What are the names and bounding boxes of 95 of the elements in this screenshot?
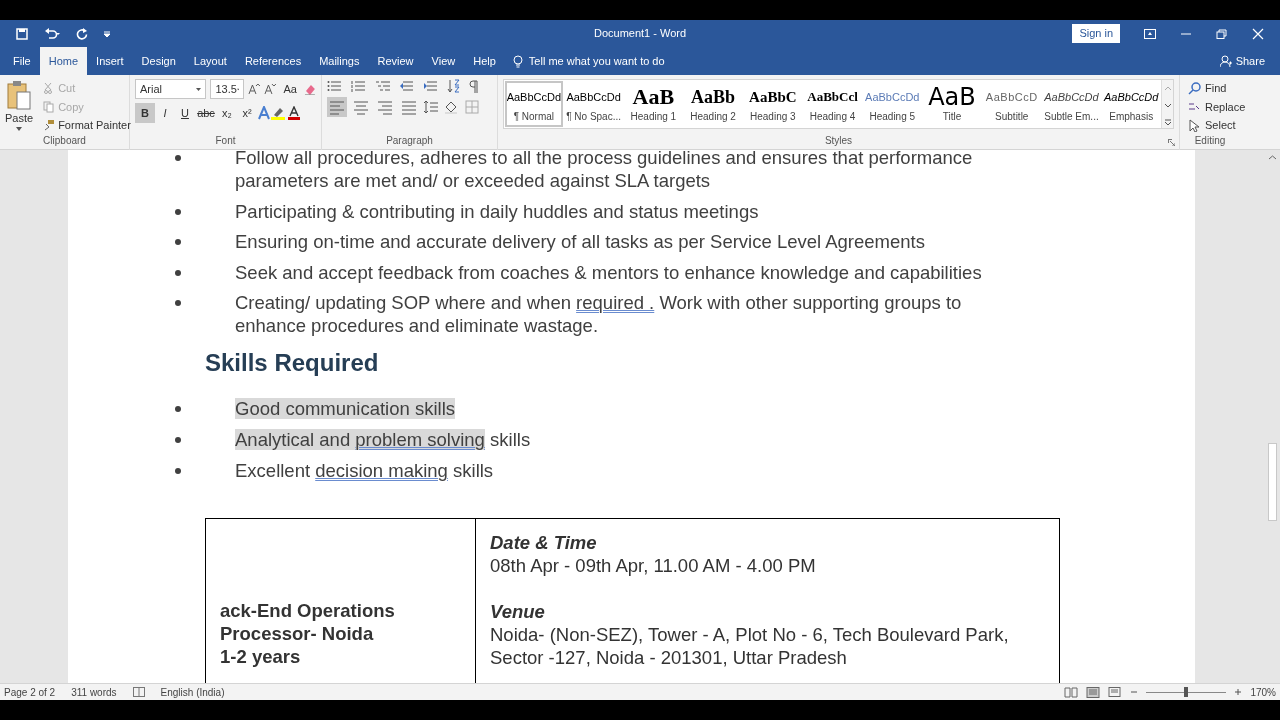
bullet-icon — [175, 208, 181, 215]
restore-icon[interactable] — [1216, 28, 1228, 39]
group-label: Paragraph — [385, 134, 434, 148]
table-cell-text: Noida- (Non-SEZ), Tower - A, Plot No - 6, Tech Boulevard Park, Sector -127, Noida - 201301, Uttar Pradesh — [490, 622, 1010, 669]
ribbon-tab[interactable]: Mailings — [310, 47, 369, 75]
customize-icon[interactable] — [104, 30, 110, 37]
dialog-launcher-icon[interactable] — [1168, 139, 1175, 146]
multilevel-list-icon[interactable] — [375, 80, 391, 92]
sign-in-button[interactable]: Sign in — [1072, 24, 1120, 43]
list-item: Ensuring on-time and accurate delivery of all tasks as per Service Level Agreements — [235, 230, 925, 254]
table-cell-text: ack-End Operations Processor- Noida 1-2 years — [220, 598, 396, 668]
list-item: Follow all procedures, adheres to all the process guidelines and ensures that performance parameters are met and/ or exceeded against SLA targets — [235, 150, 974, 192]
group-label: Styles — [823, 134, 854, 148]
ribbon-tab[interactable]: Home — [39, 47, 88, 75]
redo-icon[interactable] — [76, 27, 88, 40]
zoom-slider[interactable] — [1184, 686, 1189, 697]
ribbon-tab[interactable]: Insert — [87, 47, 133, 75]
editing-button[interactable]: Replace — [1185, 97, 1249, 116]
zoom-in-icon[interactable] — [1234, 688, 1243, 696]
paste-button[interactable]: Paste — [2, 79, 37, 150]
ribbon-tab[interactable]: File — [4, 47, 40, 75]
bullet-icon — [175, 155, 181, 161]
table-cell-heading: Date & Time — [490, 530, 598, 554]
list-item: Seek and accept feedback from coaches & mentors to enhance knowledge and capabilities — [235, 260, 982, 284]
grow-font-icon[interactable] — [248, 83, 261, 95]
scroll-thumb[interactable] — [1268, 443, 1277, 521]
ribbon-tab[interactable]: References — [235, 47, 311, 75]
page-count[interactable]: Page 2 of 2 — [4, 684, 56, 700]
line-spacing-icon[interactable] — [423, 100, 439, 114]
bullet-icon — [175, 436, 181, 443]
ribbon-tab[interactable]: Layout — [184, 47, 236, 75]
scissors-icon — [43, 82, 55, 95]
person-icon — [1219, 55, 1232, 67]
ribbon-tab[interactable]: Review — [368, 47, 423, 75]
format-button[interactable]: I — [155, 103, 175, 123]
window-title: Document1 - Word — [593, 26, 687, 42]
word-count[interactable]: 311 words — [71, 684, 117, 700]
format-button[interactable]: x₂ — [217, 103, 237, 123]
bullet-icon — [175, 269, 181, 276]
list-item: Excellent decision making skills — [235, 458, 494, 482]
shrink-font-icon[interactable] — [264, 83, 277, 95]
change-case-button[interactable]: Aa — [280, 79, 301, 99]
editing-button[interactable]: Find — [1185, 79, 1230, 98]
lightbulb-icon — [512, 54, 523, 68]
cursor-icon — [1188, 118, 1201, 132]
ribbon-tab[interactable]: Help — [464, 47, 505, 75]
language-indicator[interactable]: English (India) — [160, 684, 225, 700]
font-size-field[interactable]: 13.5 — [210, 79, 245, 99]
bullet-icon — [175, 467, 181, 474]
section-heading: Skills Required — [205, 348, 380, 379]
bullet-icon — [175, 300, 181, 307]
highlighter-icon[interactable] — [271, 106, 287, 120]
ribbon-tab[interactable]: View — [422, 47, 465, 75]
editing-button[interactable]: Select — [1185, 116, 1239, 135]
undo-icon[interactable] — [44, 27, 60, 40]
close-icon[interactable] — [1252, 27, 1264, 40]
ribbon-display-icon[interactable] — [1144, 28, 1156, 39]
format-button[interactable]: B — [135, 103, 155, 123]
ribbon-tab[interactable]: Design — [132, 47, 185, 75]
group-label: Font — [214, 134, 237, 148]
group-label: Clipboard — [42, 134, 87, 148]
tell-me-field[interactable]: Tell me what you want to do — [526, 51, 667, 71]
search-icon — [1188, 81, 1201, 95]
table-cell-text: 08th Apr - 09th Apr, 11.00 AM - 4.00 PM — [490, 553, 817, 577]
list-item: Analytical and problem solving skills — [235, 427, 531, 451]
list-item: Participating & contributing in daily huddles and status meetings — [235, 199, 759, 223]
format-button[interactable]: U — [175, 103, 195, 123]
list-item: Creating/ updating SOP where and when required . Work with other supporting groups to enhance procedures and eliminate wastage. — [235, 291, 963, 338]
table-cell-heading: Venue — [490, 599, 546, 623]
bullet-icon — [175, 406, 181, 413]
increase-indent-icon[interactable] — [423, 80, 439, 92]
bullet-icon — [175, 239, 181, 246]
print-layout-icon[interactable] — [1086, 686, 1101, 698]
font-color-icon[interactable] — [287, 106, 303, 120]
read-mode-icon[interactable] — [1064, 686, 1079, 698]
list-item: Good communication skills — [235, 397, 456, 421]
font-name-field[interactable]: Arial — [135, 79, 207, 99]
bullets-icon[interactable] — [327, 80, 343, 92]
zoom-level[interactable]: 170% — [1250, 684, 1276, 700]
pilcrow-icon[interactable] — [469, 79, 479, 93]
decrease-indent-icon[interactable] — [399, 80, 415, 92]
copy-icon — [43, 100, 55, 113]
format-button[interactable]: x² — [237, 103, 257, 123]
save-icon[interactable] — [16, 27, 28, 40]
web-layout-icon[interactable] — [1108, 686, 1123, 698]
proofing-icon[interactable] — [132, 687, 145, 697]
text-effects-icon[interactable] — [257, 106, 271, 120]
clipboard-button[interactable]: Format Painter — [40, 116, 134, 135]
group-label: Editing — [1194, 134, 1226, 148]
clipboard-icon — [7, 80, 32, 110]
format-button[interactable]: abc — [195, 103, 217, 123]
style-option[interactable]: AaBbCcDd ¶ Normal — [504, 80, 564, 128]
eraser-icon[interactable] — [304, 83, 316, 95]
share-button[interactable]: Share — [1210, 47, 1274, 75]
sort-icon[interactable] — [447, 79, 461, 93]
